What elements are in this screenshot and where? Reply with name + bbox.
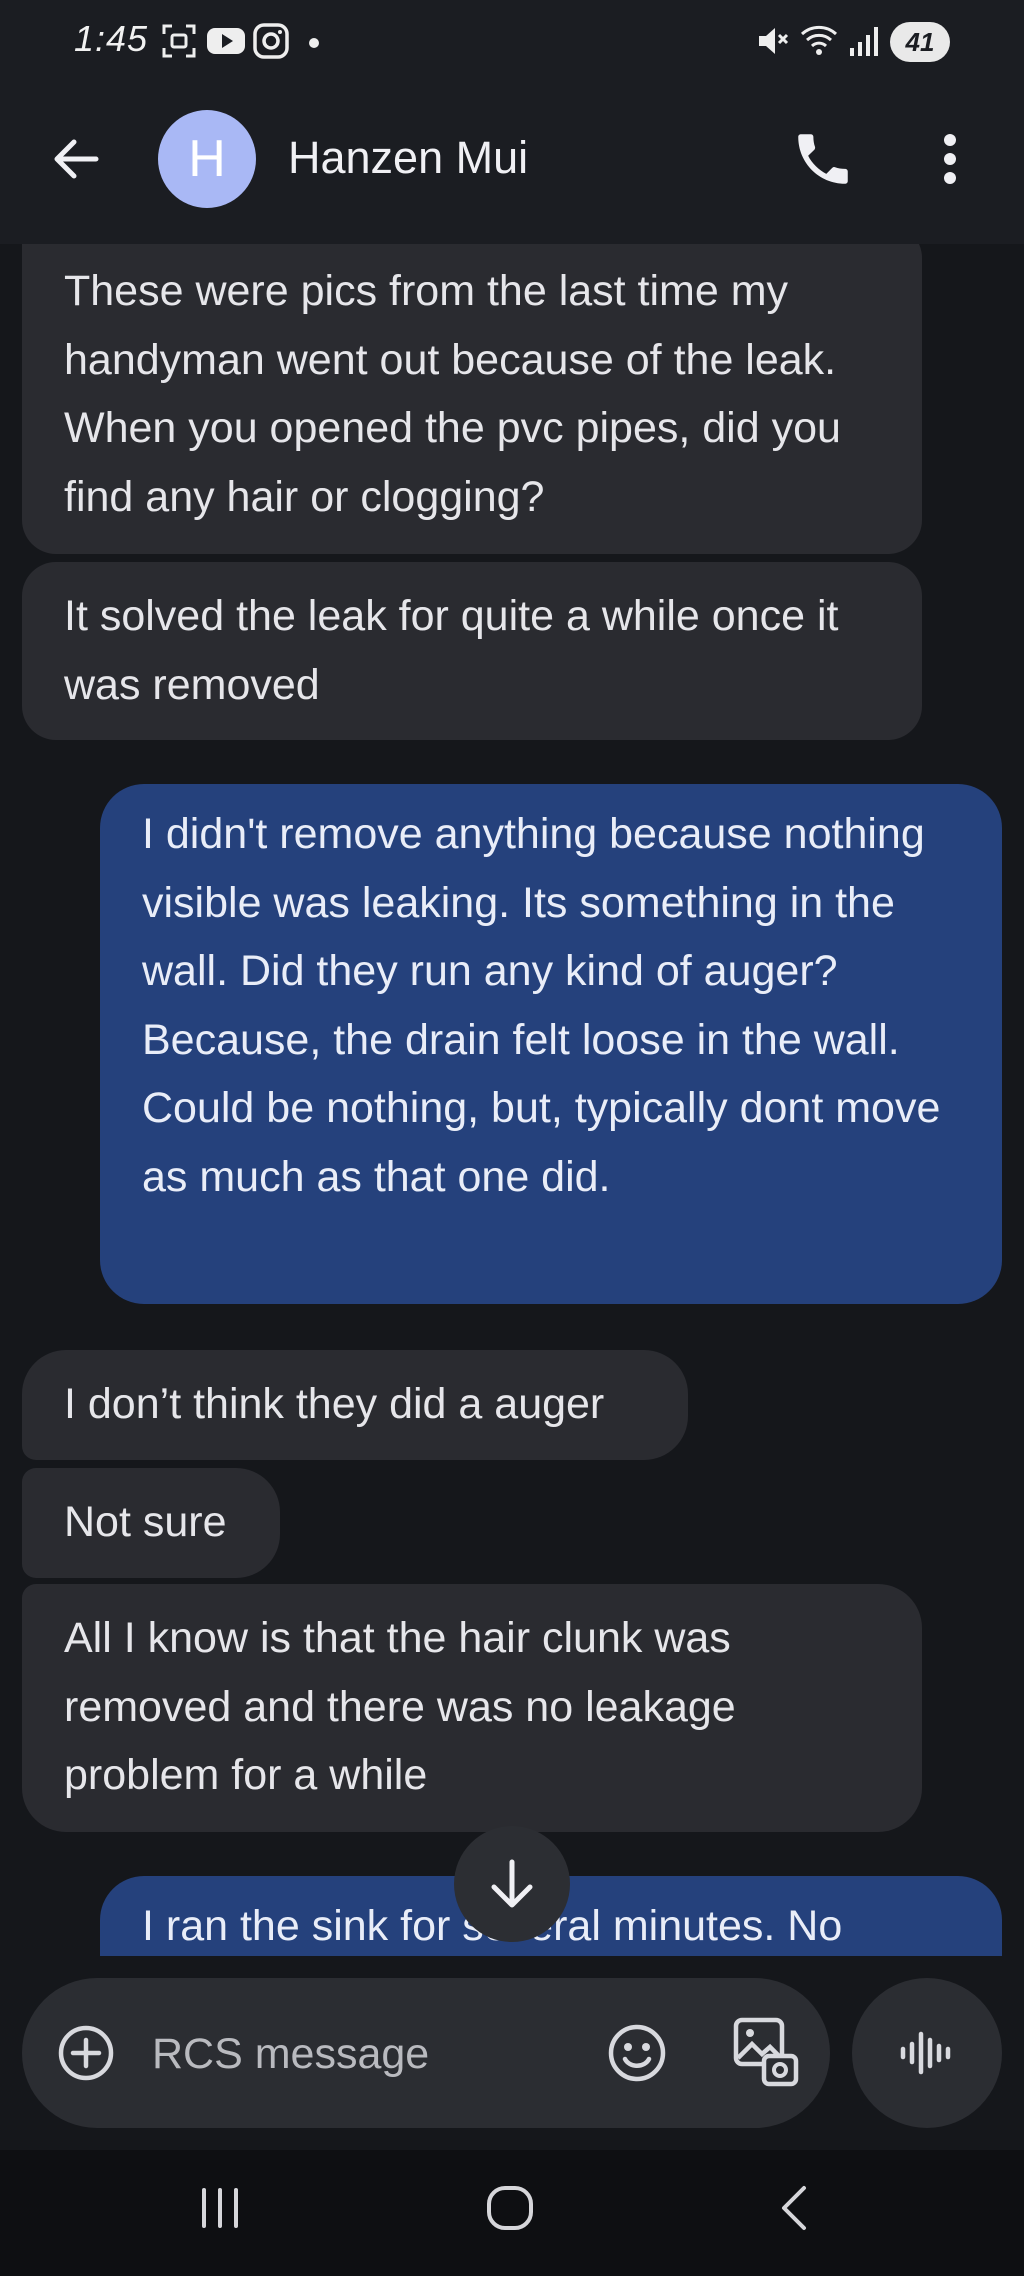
compose-area — [0, 1956, 1024, 2150]
phone-icon — [798, 134, 848, 184]
message-bubble-incoming[interactable]: Not sure — [22, 1468, 280, 1578]
compose-bar — [22, 1978, 830, 2128]
more-options-button[interactable] — [920, 126, 980, 192]
home-button[interactable] — [482, 2180, 538, 2241]
back-button[interactable] — [44, 126, 110, 192]
message-input[interactable] — [150, 2018, 624, 2090]
voice-message-button[interactable] — [852, 1978, 1002, 2128]
recent-apps-icon — [202, 2188, 238, 2228]
emoji-icon — [608, 2024, 666, 2082]
back-nav-button[interactable] — [770, 2180, 818, 2241]
gallery-button[interactable] — [730, 2014, 800, 2090]
message-list[interactable]: These were pics from the last time my ha… — [0, 244, 1024, 1956]
scroll-to-bottom-button[interactable] — [454, 1826, 570, 1942]
message-bubble-incoming[interactable]: I don’t think they did a auger — [22, 1350, 688, 1460]
more-vert-icon — [944, 134, 956, 184]
message-bubble-incoming[interactable]: These were pics from the last time my ha… — [22, 244, 922, 554]
conversation-header: H Hanzen Mui — [0, 86, 1024, 244]
message-bubble-incoming[interactable]: It solved the leak for quite a while onc… — [22, 562, 922, 740]
contact-name[interactable]: Hanzen Mui — [288, 132, 528, 184]
contact-avatar[interactable]: H — [158, 110, 256, 208]
recent-apps-button[interactable] — [196, 2180, 244, 2241]
signal-icon — [848, 22, 882, 65]
back-nav-icon — [782, 2186, 806, 2230]
instagram-icon — [252, 22, 290, 65]
arrow-down-icon — [491, 1859, 533, 1908]
screenshot-icon — [160, 22, 198, 65]
add-circle-icon — [58, 2025, 114, 2081]
back-arrow-icon — [54, 139, 99, 179]
youtube-icon — [206, 22, 246, 65]
gallery-icon — [733, 2017, 799, 2087]
voice-waveform-icon — [900, 2031, 951, 2075]
home-icon — [487, 2186, 533, 2230]
emoji-button[interactable] — [606, 2022, 668, 2084]
status-time: 1:45 — [74, 18, 149, 59]
battery-icon: 41 — [890, 22, 950, 62]
message-bubble-outgoing[interactable]: I didn't remove anything because nothing… — [100, 784, 1002, 1304]
message-bubble-incoming[interactable]: All I know is that the hair clunk was re… — [22, 1584, 922, 1832]
status-bar: 1:45 41 — [0, 0, 1024, 86]
mute-icon — [756, 22, 790, 65]
notification-dot-icon — [308, 36, 320, 54]
wifi-icon — [800, 22, 838, 65]
call-button[interactable] — [790, 126, 856, 192]
attach-button[interactable] — [56, 2023, 116, 2083]
system-navigation-bar — [0, 2150, 1024, 2276]
